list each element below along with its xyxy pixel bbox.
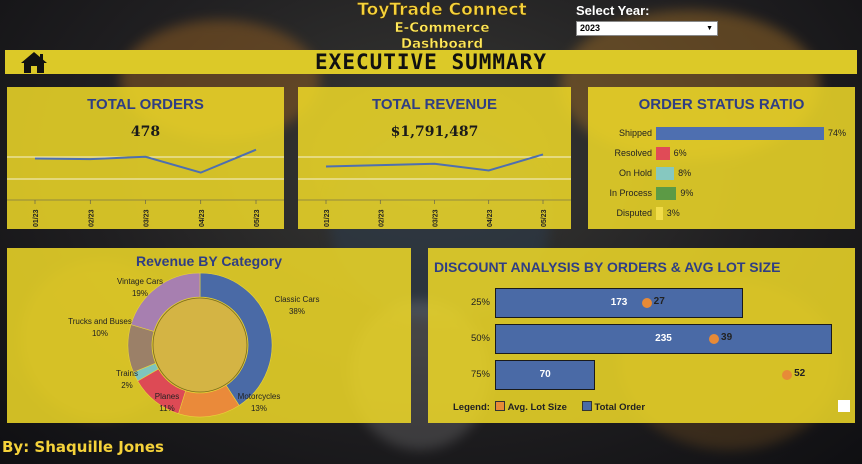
chart-legend: Legend: Avg. Lot Size Total Order xyxy=(453,401,655,413)
status-percent: 8% xyxy=(678,168,692,178)
discount-analysis-card: DISCOUNT ANALYSIS BY ORDERS & AVG LOT SI… xyxy=(428,248,855,423)
x-tick-label: 03/23 xyxy=(433,209,440,227)
discount-label: 50% xyxy=(470,333,490,344)
slice-percent: 19% xyxy=(132,289,148,298)
status-row: Disputed 3% xyxy=(588,206,855,221)
status-percent: 6% xyxy=(673,148,687,158)
status-label: On Hold xyxy=(618,168,652,178)
summary-banner: EXECUTIVE SUMMARY xyxy=(5,50,857,74)
orders-line-chart: 01/23 02/23 03/23 04/23 05/23 xyxy=(7,148,284,227)
status-bar xyxy=(656,127,824,140)
slice-label: Classic Cars xyxy=(275,295,320,304)
x-tick-label: 05/23 xyxy=(254,209,261,227)
total-order-bar: 173 xyxy=(495,288,744,318)
x-tick-label: 01/23 xyxy=(324,209,331,227)
status-row: Shipped 74% xyxy=(588,126,855,141)
status-percent: 9% xyxy=(680,188,694,198)
slice-percent: 10% xyxy=(92,329,108,338)
slice-percent: 38% xyxy=(289,307,305,316)
slice-percent: 2% xyxy=(121,381,133,390)
discount-label: 25% xyxy=(470,297,490,308)
status-bar xyxy=(656,167,675,180)
slice-label: Planes xyxy=(155,392,179,401)
legend-label: Legend: xyxy=(453,402,490,413)
card-title: DISCOUNT ANALYSIS BY ORDERS & AVG LOT SI… xyxy=(434,259,781,275)
status-row: Resolved 6% xyxy=(588,146,855,161)
category-donut-chart: Classic Cars 38% Motorcycles 13% Planes 11% Tr… xyxy=(68,272,320,418)
slice-label: Trucks and Buses xyxy=(68,317,132,326)
title-line-1: ToyTrade Connect xyxy=(357,0,527,20)
status-label: Resolved xyxy=(614,148,652,158)
donut-slice xyxy=(127,324,156,373)
x-tick-label: 02/23 xyxy=(378,209,385,227)
revenue-category-card: Revenue BY Category Classic Cars 38% Motor… xyxy=(7,248,411,423)
status-label: Shipped xyxy=(618,128,652,138)
card-title: ORDER STATUS RATIO xyxy=(638,96,805,113)
status-bar xyxy=(656,147,670,160)
total-revenue-card: TOTAL REVENUE $1,791,487 01/23 02/23 03/23… xyxy=(298,87,571,229)
revenue-line-chart: 01/23 02/23 03/23 04/23 05/23 xyxy=(298,153,571,227)
status-row: In Process 9% xyxy=(588,186,855,201)
year-filter-label: Select Year: xyxy=(576,3,650,18)
legend-toggle[interactable] xyxy=(838,400,850,412)
order-status-card: ORDER STATUS RATIO Shipped 74% Resolved 6% O… xyxy=(588,87,855,229)
legend-swatch-lot-size xyxy=(494,401,505,411)
status-row: On Hold 8% xyxy=(588,166,855,181)
discount-label: 75% xyxy=(470,369,490,380)
title-line-2: E-Commerce Dashboard xyxy=(394,20,490,52)
status-label: Disputed xyxy=(616,208,652,218)
x-tick-label: 04/23 xyxy=(199,209,206,227)
total-order-bar: 235 xyxy=(495,324,832,354)
status-percent: 74% xyxy=(828,128,847,138)
status-percent: 3% xyxy=(666,208,680,218)
total-orders-card: TOTAL ORDERS 478 01/23 02/23 03/23 04/23 05/… xyxy=(7,87,284,229)
lot-size-label: 52 xyxy=(794,368,806,379)
donut-hole xyxy=(152,297,248,393)
slice-label: Vintage Cars xyxy=(117,277,163,286)
lot-size-label: 27 xyxy=(653,296,665,307)
status-bar xyxy=(656,207,663,220)
legend-swatch-total-order xyxy=(581,401,592,411)
year-select[interactable]: 2023 ▼ xyxy=(576,21,718,36)
slice-percent: 13% xyxy=(251,404,267,413)
chevron-down-icon: ▼ xyxy=(706,25,713,32)
slice-percent: 11% xyxy=(159,404,174,413)
lot-size-dot xyxy=(641,298,652,308)
lot-size-label: 39 xyxy=(721,332,733,343)
series-line xyxy=(34,148,257,174)
legend-item-total-order: Total Order xyxy=(594,402,646,413)
lot-size-dot xyxy=(782,370,793,380)
year-select-value: 2023 xyxy=(580,23,601,33)
status-label: In Process xyxy=(609,188,652,198)
lot-size-dot xyxy=(709,334,720,344)
x-tick-label: 01/23 xyxy=(33,209,40,227)
x-tick-label: 03/23 xyxy=(144,209,151,227)
legend-item-lot-size: Avg. Lot Size xyxy=(507,402,567,413)
status-bar xyxy=(656,187,677,200)
page-title: EXECUTIVE SUMMARY xyxy=(315,50,547,74)
dashboard-title: ToyTrade Connect E-Commerce Dashboard xyxy=(352,0,532,52)
author-credit: By: Shaquille Jones xyxy=(2,438,164,456)
x-tick-label: 05/23 xyxy=(541,209,548,227)
x-tick-label: 04/23 xyxy=(487,209,494,227)
slice-label: Motorcycles xyxy=(238,392,281,401)
x-tick-label: 02/23 xyxy=(88,209,95,227)
total-order-bar: 70 xyxy=(495,360,596,390)
